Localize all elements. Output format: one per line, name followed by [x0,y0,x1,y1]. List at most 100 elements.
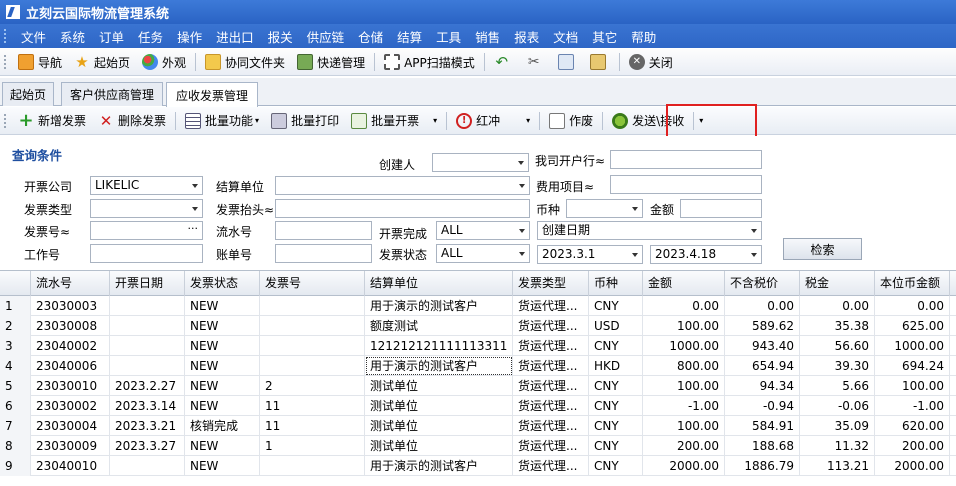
cell-invoice-type[interactable]: 货运代理... [513,336,589,356]
table-row[interactable]: 4 23040006 NEW 用于演示的测试客户 货运代理... HKD 800.00 654… [0,356,956,376]
cell-tax[interactable]: 5.66 [800,376,875,396]
cell-status[interactable]: NEW [185,296,260,316]
cell-serial[interactable]: 23040006 [31,356,110,376]
close-button[interactable]: ✕ 关闭 [623,51,679,73]
cell-serial[interactable]: 23030003 [31,296,110,316]
cell-date[interactable] [110,356,185,376]
cell-status[interactable]: 核销完成 [185,416,260,436]
menu-task[interactable]: 任务 [131,27,170,46]
red-offset-button[interactable]: ! 红冲 ▾ [450,110,536,132]
cell-settle-unit[interactable]: 121212121111113311 [365,336,513,356]
delete-invoice-button[interactable]: ✕ 删除发票 [92,110,172,132]
menu-tools[interactable]: 工具 [429,27,468,46]
cell-amount[interactable]: 100.00 [643,316,725,336]
menu-import-export[interactable]: 进出口 [209,27,261,46]
cell-invoice-no[interactable]: 11 [260,416,365,436]
home-button[interactable]: ★ 起始页 [68,51,136,73]
batch-print-button[interactable]: 批量打印 [265,110,345,132]
invoice-type-select[interactable] [90,199,203,218]
cell-notax[interactable]: 188.68 [725,436,800,456]
settle-unit-select[interactable] [275,176,530,195]
menu-help[interactable]: 帮助 [624,27,663,46]
cell-amount[interactable]: 100.00 [643,416,725,436]
cell-tax[interactable]: 0.00 [800,296,875,316]
work-no-input[interactable] [90,244,203,263]
cell-invoice-type[interactable]: 货运代理... [513,436,589,456]
add-invoice-button[interactable]: + 新增发票 [12,110,92,132]
cell-tax[interactable]: 11.32 [800,436,875,456]
cell-settle-unit[interactable]: 测试单位 [365,396,513,416]
cell-base-amount[interactable]: -1.00 [875,396,950,416]
cell-invoice-type[interactable]: 货运代理... [513,356,589,376]
serial-no-input[interactable] [275,221,372,240]
cell-currency[interactable]: CNY [589,296,643,316]
tab-receivable-invoice[interactable]: 应收发票管理 [166,82,258,107]
cell-base-amount[interactable]: 694.24 [875,356,950,376]
cell-serial[interactable]: 23030004 [31,416,110,436]
cut-button[interactable]: ✂ [520,51,552,73]
col-notax-header[interactable]: 不含税价 [725,271,800,296]
cell-tax[interactable]: 39.30 [800,356,875,376]
cell-invoice-no[interactable]: 1 [260,436,365,456]
cell-invoice-no[interactable] [260,336,365,356]
table-row[interactable]: 7 23030004 2023.3.21 核销完成 11 测试单位 货运代理... CNY 10… [0,416,956,436]
table-row[interactable]: 1 23030003 NEW 用于演示的测试客户 货运代理... CNY 0.00 0.00 0… [0,296,956,316]
cell-tax[interactable]: 35.09 [800,416,875,436]
cell-currency[interactable]: CNY [589,436,643,456]
cell-notax[interactable]: 94.34 [725,376,800,396]
cell-invoice-no[interactable]: 2 [260,376,365,396]
menu-settlement[interactable]: 结算 [390,27,429,46]
account-no-input[interactable] [275,244,372,263]
col-serial-header[interactable]: 流水号 [31,271,110,296]
cell-status[interactable]: NEW [185,356,260,376]
menu-supply-chain[interactable]: 供应链 [300,27,352,46]
cell-invoice-type[interactable]: 货运代理... [513,296,589,316]
cell-settle-unit[interactable]: 用于演示的测试客户 [365,296,513,316]
cell-invoice-no[interactable] [260,456,365,476]
cell-notax[interactable]: 943.40 [725,336,800,356]
cell-settle-unit[interactable]: 测试单位 [365,376,513,396]
cell-date[interactable]: 2023.3.21 [110,416,185,436]
cell-base-amount[interactable]: 625.00 [875,316,950,336]
col-base-amount-header[interactable]: 本位币金额 [875,271,950,296]
cell-date[interactable] [110,296,185,316]
cell-tax[interactable]: 113.21 [800,456,875,476]
nav-button[interactable]: 导航 [12,51,68,73]
fee-item-input[interactable] [610,175,762,194]
col-invoice-no-header[interactable]: 发票号 [260,271,365,296]
cell-notax[interactable]: 0.00 [725,296,800,316]
cell-notax[interactable]: 584.91 [725,416,800,436]
cell-base-amount[interactable]: 0.00 [875,296,950,316]
table-row[interactable]: 3 23040002 NEW 121212121111113311 货运代理... CNY… [0,336,956,356]
cell-date[interactable]: 2023.2.27 [110,376,185,396]
app-scan-button[interactable]: APP扫描模式 [378,51,481,73]
cell-invoice-type[interactable]: 货运代理... [513,316,589,336]
cell-currency[interactable]: HKD [589,356,643,376]
our-bank-input[interactable] [610,150,762,169]
menu-warehouse[interactable]: 仓储 [351,27,390,46]
cell-settle-unit[interactable]: 用于演示的测试客户 [365,456,513,476]
date-from-picker[interactable]: 2023.3.1 [537,245,643,264]
company-select[interactable]: LIKELIC [90,176,203,195]
table-row[interactable]: 8 23030009 2023.3.27 NEW 1 测试单位 货运代理... CNY 200.… [0,436,956,456]
cell-currency[interactable]: USD [589,316,643,336]
row-number[interactable]: 3 [0,336,31,356]
cell-date[interactable]: 2023.3.27 [110,436,185,456]
row-number[interactable]: 8 [0,436,31,456]
cell-base-amount[interactable]: 620.00 [875,416,950,436]
tab-start-page[interactable]: 起始页 [2,82,54,106]
cell-amount[interactable]: 2000.00 [643,456,725,476]
cell-amount[interactable]: 100.00 [643,376,725,396]
cell-currency[interactable]: CNY [589,376,643,396]
amount-input[interactable] [680,199,762,218]
cell-base-amount[interactable]: 1000.00 [875,336,950,356]
batch-issue-button[interactable]: 批量开票 ▾ [345,110,443,132]
cell-notax[interactable]: 1886.79 [725,456,800,476]
cell-date[interactable]: 2023.3.14 [110,396,185,416]
cell-invoice-type[interactable]: 货运代理... [513,456,589,476]
cell-tax[interactable]: -0.06 [800,396,875,416]
row-number[interactable]: 5 [0,376,31,396]
cell-date[interactable] [110,336,185,356]
cell-status[interactable]: NEW [185,456,260,476]
col-status-header[interactable]: 发票状态 [185,271,260,296]
